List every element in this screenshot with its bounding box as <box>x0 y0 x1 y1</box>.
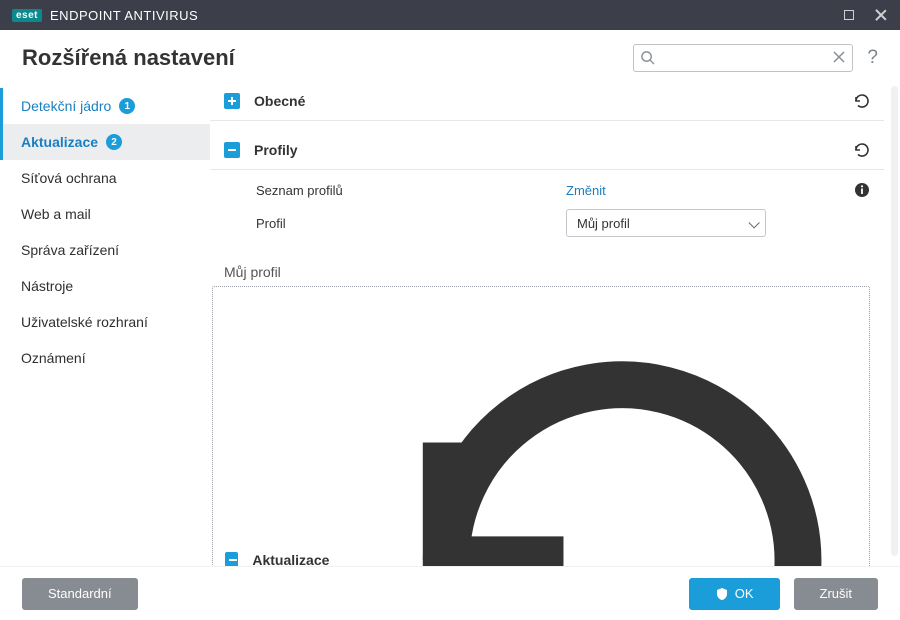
section-update: Aktualizace Typ aktualizace Standardní a… <box>212 286 870 572</box>
sidebar-item-label: Detekční jádro <box>21 98 111 114</box>
titlebar: eset ENDPOINT ANTIVIRUS <box>0 0 900 30</box>
section-title: Obecné <box>254 93 305 109</box>
sidebar-item-tools[interactable]: Nástroje <box>0 268 210 304</box>
sidebar-item-update[interactable]: Aktualizace 2 <box>0 124 210 160</box>
expand-icon[interactable] <box>224 93 240 109</box>
profile-label: Profil <box>256 216 566 231</box>
sidebar-item-label: Uživatelské rozhraní <box>21 314 148 330</box>
sidebar-item-label: Nástroje <box>21 278 73 294</box>
cancel-button[interactable]: Zrušit <box>794 578 879 610</box>
badge: 1 <box>119 98 135 114</box>
window-controls <box>842 8 888 22</box>
search-input[interactable] <box>633 44 853 72</box>
sidebar-item-label: Web a mail <box>21 206 91 222</box>
sidebar-item-devices[interactable]: Správa zařízení <box>0 232 210 268</box>
page-title: Rozšířená nastavení <box>22 45 235 71</box>
section-general: Obecné <box>210 82 884 121</box>
section-title: Profily <box>254 142 298 158</box>
clear-search-icon[interactable] <box>832 50 846 64</box>
shield-icon <box>715 587 729 601</box>
undo-icon[interactable] <box>329 296 857 572</box>
sidebar-item-label: Aktualizace <box>21 134 98 150</box>
profiles-list-label: Seznam profilů <box>256 183 566 198</box>
maximize-icon[interactable] <box>842 8 856 22</box>
undo-icon[interactable] <box>852 92 870 110</box>
ok-button[interactable]: OK <box>689 578 780 610</box>
section-profiles: Profily Seznam profilů Změnit Profil Můj… <box>210 131 884 572</box>
close-icon[interactable] <box>874 8 888 22</box>
current-profile-heading: Můj profil <box>210 254 884 282</box>
footer: Standardní OK Zrušit <box>0 566 900 620</box>
collapse-icon[interactable] <box>224 142 240 158</box>
search-icon <box>640 50 655 65</box>
sidebar-item-label: Oznámení <box>21 350 86 366</box>
header: Rozšířená nastavení ? <box>0 30 900 82</box>
sidebar-item-ui[interactable]: Uživatelské rozhraní <box>0 304 210 340</box>
brand-badge: eset <box>12 9 42 22</box>
info-icon[interactable] <box>854 182 870 198</box>
sidebar: Detekční jádro 1 Aktualizace 2 Síťová oc… <box>0 82 210 572</box>
sidebar-item-network[interactable]: Síťová ochrana <box>0 160 210 196</box>
default-button[interactable]: Standardní <box>22 578 138 610</box>
brand-text: ENDPOINT ANTIVIRUS <box>50 8 198 23</box>
profile-select[interactable]: Můj profil <box>566 209 766 237</box>
help-icon[interactable]: ? <box>867 47 878 69</box>
badge: 2 <box>106 134 122 150</box>
sidebar-item-detection[interactable]: Detekční jádro 1 <box>0 88 210 124</box>
brand: eset ENDPOINT ANTIVIRUS <box>12 8 198 23</box>
sidebar-item-web-mail[interactable]: Web a mail <box>0 196 210 232</box>
sidebar-item-label: Správa zařízení <box>21 242 119 258</box>
sidebar-item-label: Síťová ochrana <box>21 170 117 186</box>
sidebar-item-notifications[interactable]: Oznámení <box>0 340 210 376</box>
undo-icon[interactable] <box>852 141 870 159</box>
search-box <box>633 44 853 72</box>
profiles-change-link[interactable]: Změnit <box>566 183 606 198</box>
main-panel: Obecné Profily Seznam profilů Změnit <box>210 82 900 572</box>
